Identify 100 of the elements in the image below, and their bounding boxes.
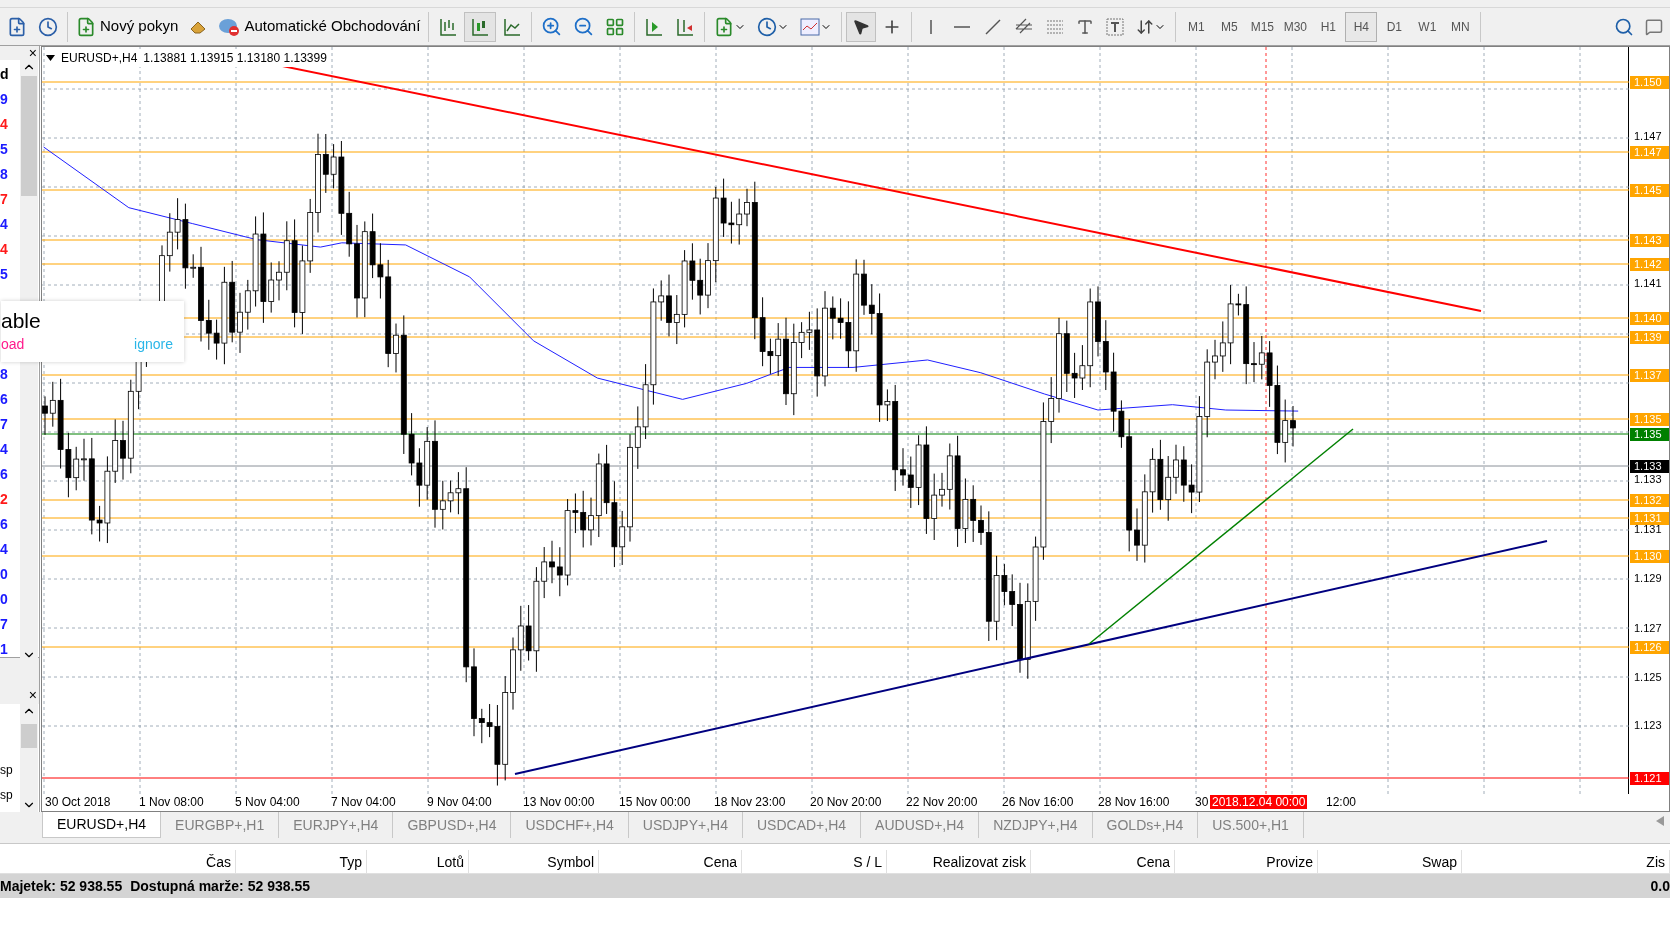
chart-tab[interactable]: USDCAD+,H4 [743,812,862,838]
quote-value: 6 [0,515,9,534]
price-scale-label: 1.127 [1634,622,1662,635]
new-order-button[interactable]: Nový pokyn [72,11,183,42]
cursor-icon [852,17,871,36]
quote-value: 2 [0,490,9,509]
quote-value: 6 [0,390,9,409]
price-tag: 1.142 [1630,258,1669,271]
time-label: 5 Nov 04:00 [234,795,301,809]
scroll-left-icon[interactable] [1656,816,1664,826]
chart-tab[interactable]: GBPUSD+,H4 [393,812,512,838]
time-label: 7 Nov 04:00 [330,795,397,809]
time-label: 20 Nov 20:00 [809,795,883,809]
price-tag: 1.130 [1630,550,1669,563]
time-label: 30 Oct 2018 [44,795,112,809]
column-header[interactable]: Lotů [367,850,469,873]
time-label: 13 Nov 00:00 [522,795,596,809]
timeframe-button[interactable]: M15 [1246,11,1279,42]
column-header[interactable]: Realizovat zisk [887,850,1031,873]
quote-value: 7 [0,615,9,634]
quote-value: 6 [0,465,9,484]
navigator-item[interactable]: sp [0,758,14,783]
price-scale-label: 1.141 [1634,277,1662,290]
timeframe-button[interactable]: MN [1444,11,1477,42]
chart-tab[interactable]: EURUSD+,H4 [42,812,162,838]
price-tag: 1.121 [1630,772,1669,785]
quote-value: 4 [0,440,9,459]
time-label: 30 [1194,795,1210,809]
quote-value: 5 [0,140,9,159]
chart-menu-icon[interactable] [46,55,55,61]
chart-tab[interactable]: USDJPY+,H4 [628,812,743,838]
time-label: 9 Nov 04:00 [426,795,493,809]
quote-value: 9 [0,90,9,109]
price-tag: 1.133 [1630,460,1669,473]
price-scale-label: 1.131 [1634,523,1662,536]
scroll-thumb[interactable] [21,76,37,196]
price-tag: 1.147 [1630,146,1669,159]
column-header[interactable]: Zis [1462,850,1670,873]
quote-value: 0 [0,590,9,609]
column-header[interactable]: Provize [1175,850,1318,873]
new-order-icon [76,16,96,37]
price-scale-label: 1.147 [1634,130,1662,143]
chart-tab[interactable]: NZDJPY+,H4 [979,812,1093,838]
quote-value: 4 [0,115,9,134]
timeframe-button[interactable]: M1 [1180,11,1213,42]
chart-tab[interactable]: USDCHF+,H4 [511,812,629,838]
price-tag: 1.139 [1630,331,1669,344]
candlestick-chart-button[interactable] [464,11,497,42]
price-tag: 1.145 [1630,184,1669,197]
quote-value: 1 [0,640,9,659]
price-scale-label: 1.125 [1634,671,1662,684]
auto-trading-button[interactable]: Automatické Obchodování [214,11,425,42]
time-label: 28 Nov 16:00 [1097,795,1171,809]
chart-tab[interactable]: AUDUSD+,H4 [861,812,980,838]
price-scale-label: 1.129 [1634,572,1662,585]
price-tag: 1.131 [1630,512,1669,525]
time-label: 1 Nov 08:00 [138,795,205,809]
quote-value: 4 [0,540,9,559]
price-tag: 1.135 [1630,413,1669,426]
column-header[interactable]: Swap [1318,850,1462,873]
timeframe-button[interactable]: W1 [1411,11,1444,42]
chart-tab[interactable]: US.500+,H1 [1198,812,1304,838]
balance-text: Majetek: 52 938.55 [0,876,123,896]
price-scale-label: 1.133 [1634,473,1662,486]
column-header[interactable]: Symbol [469,850,599,873]
quote-value: 8 [0,365,9,384]
time-label: 18 Nov 23:00 [713,795,787,809]
chart-tab[interactable]: EURGBP+,H1 [161,812,280,838]
column-header[interactable]: Čas [0,850,236,873]
quote-value: 5 [0,265,9,284]
quote-value: 4 [0,240,9,259]
price-tag: 1.137 [1630,369,1669,382]
timeframe-button[interactable]: M5 [1213,11,1246,42]
quote-value: 8 [0,165,9,184]
chart-symbol: EURUSD+,H4 [61,50,138,67]
time-label: 15 Nov 00:00 [618,795,692,809]
column-header[interactable]: Cena [1031,850,1175,873]
timeframe-button[interactable]: D1 [1378,11,1411,42]
navigator-item[interactable]: sp [0,783,14,808]
column-header[interactable]: Cena [599,850,742,873]
total-profit: 0.0 [1650,876,1670,896]
candlestick-chart-icon[interactable] [470,16,491,37]
price-tag: 1.135 [1630,428,1669,441]
timeframe-button[interactable]: H4 [1345,11,1378,42]
time-label: 22 Nov 20:00 [905,795,979,809]
timeframe-button[interactable]: M30 [1279,11,1312,42]
column-header[interactable]: S / L [742,850,887,873]
column-header[interactable]: Typ [236,850,367,873]
cursor-button[interactable] [846,11,877,42]
time-cursor-label: 2018.12.04 00:00 [1210,795,1308,809]
price-scale-label: 1.123 [1634,719,1662,732]
scroll-thumb[interactable] [21,724,37,748]
notification-action-link[interactable]: oad [1,334,25,355]
quote-value: 4 [0,215,9,234]
price-tag: 1.150 [1630,76,1669,89]
time-label: 26 Nov 16:00 [1001,795,1075,809]
price-tag: 1.140 [1630,312,1669,325]
timeframe-button[interactable]: H1 [1312,11,1345,42]
price-tag: 1.143 [1630,234,1669,247]
close-button[interactable]: × [28,688,37,702]
